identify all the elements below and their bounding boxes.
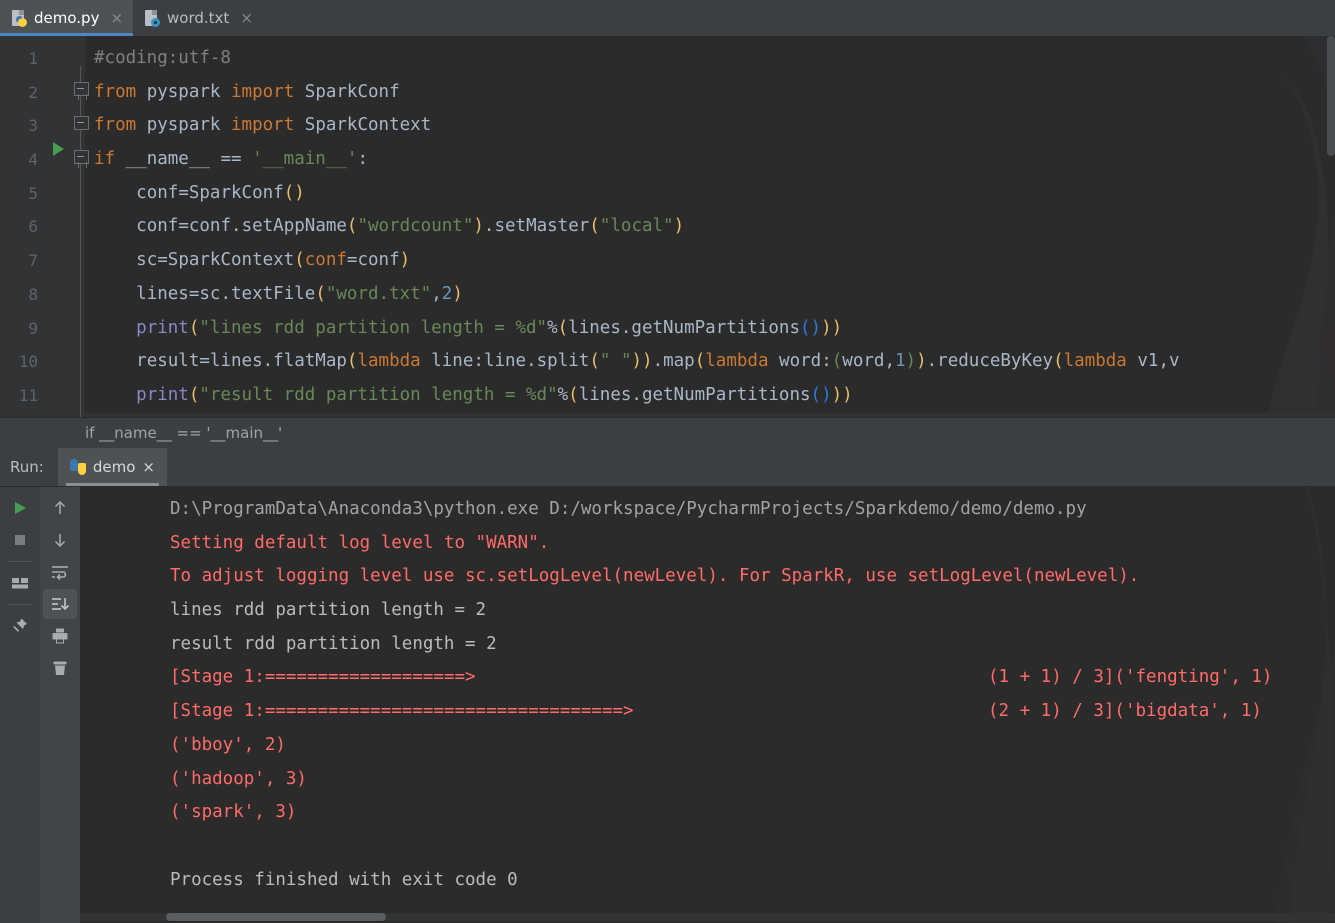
console-line-text: [Stage 1:===================>: [170, 667, 476, 688]
printer-icon: [52, 628, 68, 644]
run-toolbar-left: [0, 487, 40, 923]
code-line-10: result=lines.flatMap(lambda line:line.sp…: [136, 351, 1180, 372]
console-text: D:\ProgramData\Anaconda3\python.exe D:/w…: [80, 487, 1335, 923]
code-line-1: #coding:utf-8: [85, 42, 1335, 76]
line-number: 10: [18, 352, 38, 372]
code-line-4: if __name__ == '__main__':: [94, 149, 368, 170]
clear-all-button[interactable]: [43, 653, 77, 683]
console-line: To adjust logging level use sc.setLogLev…: [170, 566, 1140, 587]
line-number: 1: [28, 49, 38, 68]
console-line: result rdd partition length = 2: [170, 633, 497, 654]
rerun-button[interactable]: [3, 493, 37, 523]
code-line-7: sc=SparkContext(conf=conf): [136, 250, 411, 271]
soft-wrap-button[interactable]: [43, 557, 77, 587]
line-number: 9: [28, 318, 38, 338]
console-line: [Stage 1:===================> (1 + 1) / 3…: [170, 661, 1335, 695]
console-line-highlighted: ('spark', 3): [170, 802, 297, 823]
print-button[interactable]: [43, 621, 77, 651]
line-number: 4: [28, 150, 38, 170]
toolbar-divider: [7, 604, 33, 605]
code-editor[interactable]: 1 2 3 4 5 6 7 8 9 10 11 12 13: [0, 36, 1335, 448]
tab-word-txt-close-icon[interactable]: ×: [240, 10, 253, 26]
code-line-5: conf=SparkConf(): [136, 182, 305, 203]
text-file-icon: [145, 9, 161, 27]
layout-button[interactable]: [3, 568, 37, 598]
console-output[interactable]: D:\ProgramData\Anaconda3\python.exe D:/w…: [80, 487, 1335, 923]
run-tab-demo-label: demo: [92, 458, 136, 476]
toolbar-divider: [7, 561, 33, 562]
tab-demo-py[interactable]: demo.py ×: [0, 0, 134, 36]
arrow-up-icon: [54, 500, 66, 514]
line-number: 2: [28, 82, 38, 102]
code-token: #coding:utf-8: [94, 48, 231, 68]
run-configuration-icon[interactable]: [53, 142, 64, 156]
code-line-3: from pyspark import SparkContext: [94, 115, 432, 136]
run-tool-window-body: D:\ProgramData\Anaconda3\python.exe D:/w…: [0, 487, 1335, 923]
run-tab-demo[interactable]: demo ×: [57, 448, 167, 486]
breadcrumb-label: if __name__ == '__main__': [85, 424, 283, 442]
pin-button[interactable]: [3, 611, 37, 641]
code-line-6: conf=conf.setAppName("wordcount").setMas…: [136, 216, 685, 237]
console-line: D:\ProgramData\Anaconda3\python.exe D:/w…: [170, 499, 1087, 519]
tab-word-txt-label: word.txt: [167, 9, 230, 27]
pin-icon: [13, 618, 27, 632]
console-line: [Stage 1:===============================…: [170, 695, 1335, 729]
line-number-gutter: 1 2 3 4 5 6 7 8 9 10 11 12 13: [0, 36, 47, 448]
console-line: lines rdd partition length = 2: [170, 600, 487, 621]
console-line-right: (2 + 1) / 3]('bigdata', 1): [988, 701, 1262, 722]
editor-tab-bar: demo.py × word.txt ×: [0, 0, 1335, 36]
console-line-right: (1 + 1) / 3]('fengting', 1): [988, 667, 1273, 688]
console-line: Setting default log level to "WARN".: [170, 532, 550, 553]
run-tool-window-header: Run: demo ×: [0, 448, 1335, 487]
line-number: 5: [28, 183, 38, 203]
trash-icon: [53, 661, 67, 675]
console-line: Process finished with exit code 0: [170, 869, 518, 890]
python-icon: [69, 459, 86, 475]
scroll-to-end-icon: [52, 598, 70, 611]
code-line-9: print("lines rdd partition length = %d"%…: [136, 317, 843, 338]
soft-wrap-icon: [52, 566, 68, 581]
run-toolbar-right: [40, 487, 80, 923]
code-line-11: print("result rdd partition length = %d"…: [136, 384, 853, 405]
run-tab-close-icon[interactable]: ×: [142, 458, 155, 476]
breadcrumb[interactable]: if __name__ == '__main__': [0, 417, 1335, 448]
down-button[interactable]: [43, 525, 77, 555]
up-button[interactable]: [43, 493, 77, 523]
code-line-8: lines=sc.textFile("word.txt",2): [136, 283, 463, 304]
line-number: 11: [18, 385, 38, 405]
code-line-2: from pyspark import SparkConf: [94, 81, 400, 102]
python-file-icon: [12, 9, 27, 27]
scroll-to-end-button[interactable]: [43, 589, 77, 619]
line-number: 8: [28, 284, 38, 304]
run-label: Run:: [10, 458, 44, 476]
tab-demo-py-close-icon[interactable]: ×: [110, 10, 123, 26]
editor-surface[interactable]: 1 2 3 4 5 6 7 8 9 10 11 12 13: [0, 36, 1335, 448]
run-tool-window: Run: demo × D:\ProgramData\Anaconda3\pyt…: [0, 448, 1335, 923]
stop-button[interactable]: [3, 525, 37, 555]
line-number: 7: [28, 251, 38, 271]
console-horizontal-scrollbar[interactable]: [166, 913, 386, 921]
arrow-down-icon: [54, 534, 66, 548]
editor-vertical-scrollbar[interactable]: [1327, 36, 1335, 156]
console-line-text: [Stage 1:===============================…: [170, 701, 634, 722]
console-line-highlighted: ('hadoop', 3): [170, 768, 307, 789]
stop-icon: [15, 535, 25, 545]
gutter-markers[interactable]: [47, 36, 89, 448]
line-number: 3: [28, 116, 38, 136]
pycharm-window: demo.py × word.txt × 1 2 3 4 5 6 7 8 9 1…: [0, 0, 1335, 923]
line-number: 6: [28, 217, 38, 237]
tab-word-txt[interactable]: word.txt ×: [133, 0, 263, 36]
tab-demo-py-label: demo.py: [34, 9, 100, 27]
console-line-highlighted: ('bboy', 2): [170, 734, 286, 755]
code-text-area[interactable]: #coding:utf-8 from pyspark import SparkC…: [85, 36, 1335, 448]
layout-icon: [12, 578, 28, 589]
play-icon: [15, 502, 26, 514]
